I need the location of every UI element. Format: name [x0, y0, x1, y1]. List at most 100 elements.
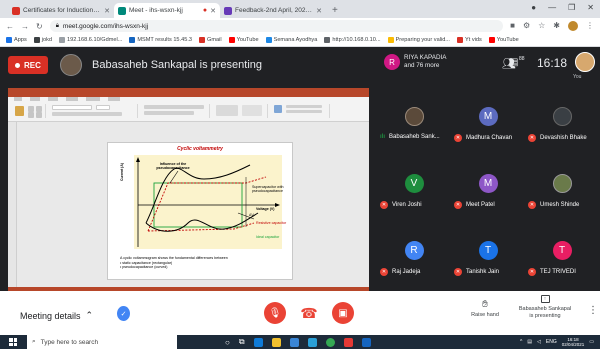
- maximize-icon[interactable]: ❐: [568, 3, 575, 12]
- forward-icon[interactable]: →: [21, 22, 29, 31]
- host-name: RIYA KAPADIA and 76 more: [404, 54, 447, 69]
- camera-toggle-button[interactable]: ▣: [332, 302, 354, 324]
- camera-icon[interactable]: ■: [510, 21, 515, 31]
- extension-icon[interactable]: ✱: [553, 21, 560, 31]
- browser-profile-icon[interactable]: ●: [531, 3, 536, 12]
- store-icon[interactable]: [289, 337, 299, 347]
- bookmark-item[interactable]: http://10.168.0.10...: [324, 37, 381, 43]
- shield-icon[interactable]: ✓: [117, 306, 130, 321]
- close-window-icon[interactable]: ✕: [587, 3, 594, 12]
- participant-label: ✕ Raj Jadeja: [380, 268, 421, 276]
- meeting-details-button[interactable]: Meeting details ⌃: [20, 310, 93, 321]
- ppt-ribbon-tabs: [8, 97, 120, 103]
- bookmark-item[interactable]: MSMT results 15.45.3: [129, 37, 192, 43]
- mic-off-icon: ✕: [380, 268, 388, 276]
- cortana-icon[interactable]: ○: [225, 338, 230, 347]
- bookmark-icon: [387, 37, 394, 43]
- participant-tile[interactable]: R ✕ Raj Jadeja: [377, 222, 451, 289]
- star-icon[interactable]: ☆: [538, 21, 545, 31]
- mic-off-icon: ✕: [528, 134, 536, 142]
- mic-toggle-button[interactable]: 🎙︎: [264, 302, 286, 324]
- volume-icon[interactable]: ◁: [537, 339, 541, 345]
- close-icon[interactable]: ✕: [210, 7, 216, 15]
- globe-icon: [59, 37, 66, 43]
- language-indicator[interactable]: ENG: [546, 339, 557, 345]
- bookmark-item[interactable]: Preparing your valid...: [387, 37, 450, 43]
- bookmark-item[interactable]: YouTube: [488, 37, 519, 43]
- bookmark-item[interactable]: YouTube: [228, 37, 259, 43]
- bookmark-item[interactable]: Apps: [6, 37, 27, 43]
- menu-icon[interactable]: ⋮: [586, 21, 594, 31]
- presentation-button[interactable]: ↑ Babasaheb Sankapal is presenting: [514, 295, 576, 319]
- close-icon[interactable]: ✕: [316, 7, 322, 15]
- label-influence: Influence of the pseudocapacitance: [156, 162, 190, 171]
- app-icon[interactable]: [343, 337, 353, 347]
- bookmark-item[interactable]: jokd: [33, 37, 52, 43]
- participant-tile[interactable]: M ✕ Meet Patel: [451, 155, 525, 222]
- task-view-icon[interactable]: ⧉: [239, 337, 245, 347]
- chrome-icon[interactable]: [325, 337, 335, 347]
- window-controls: ● — ❐ ✕: [531, 3, 594, 12]
- avatar[interactable]: [568, 21, 578, 31]
- reload-icon[interactable]: ↻: [36, 22, 43, 31]
- label-resistive: Resistive capacitor: [256, 221, 287, 225]
- taskbar-search[interactable]: ⌕ Type here to search: [27, 335, 177, 349]
- system-tray: ^ ▤ ◁ ENG 16:18 02/04/2021 ▭: [520, 337, 594, 347]
- bookmark-item[interactable]: Gmail: [199, 37, 222, 43]
- chat-bubble-icon[interactable]: ▤: [509, 57, 518, 68]
- participant-tile[interactable]: ılı Babasaheb Sank...: [377, 88, 451, 155]
- participant-tile[interactable]: T ✕ Tanishk Jain: [451, 222, 525, 289]
- taskbar-clock[interactable]: 16:18 02/04/2021: [562, 337, 585, 347]
- lock-icon: 🔒︎: [55, 22, 59, 29]
- participant-label: ✕ Meet Patel: [454, 201, 495, 209]
- mic-off-icon: 🎙︎: [268, 307, 282, 319]
- minimize-icon[interactable]: —: [548, 3, 556, 12]
- address-bar[interactable]: 🔒︎ meet.google.com/ihs-wsxn-kjj: [49, 20, 504, 32]
- file-explorer-icon[interactable]: [271, 337, 281, 347]
- app-icon[interactable]: [361, 337, 371, 347]
- ribbon-group: [140, 104, 210, 118]
- bookmark-item[interactable]: Yt vids: [456, 37, 482, 43]
- slide: Cyclic voltammetry Influence of the pseu…: [107, 142, 293, 280]
- raise-hand-button[interactable]: ✋︎ Raise hand: [465, 299, 505, 318]
- edge-icon[interactable]: [253, 337, 263, 347]
- bookmark-item[interactable]: Semana Ayodhya: [265, 37, 317, 43]
- label-voltage: Voltage (V): [256, 207, 275, 211]
- speaking-icon: ılı: [380, 134, 386, 140]
- people-count: 88: [519, 56, 525, 62]
- apps-icon: [6, 37, 12, 43]
- leave-call-button[interactable]: ☎︎: [298, 302, 320, 324]
- windows-taskbar: ⌕ Type here to search ○ ⧉ ^ ▤ ◁ ENG 16:1…: [0, 335, 600, 349]
- browser-tab-meet[interactable]: Meet - ihs-wsxn-kjj ● ✕: [114, 3, 220, 18]
- participant-label: ✕ Madhura Chavan: [454, 134, 513, 142]
- puzzle-icon[interactable]: ⚙: [523, 21, 530, 31]
- slide-caption: A cyclic voltammogram shows the fundamen…: [120, 256, 228, 270]
- chevron-up-icon[interactable]: ^: [520, 339, 522, 345]
- windows-start-icon[interactable]: [9, 338, 17, 346]
- ribbon-group: [270, 104, 330, 118]
- notification-icon[interactable]: ▭: [589, 339, 594, 345]
- ribbon-group: [48, 104, 138, 118]
- browser-tab-feedback[interactable]: Feedback-2nd April, 2021 - Goo... ✕: [220, 3, 326, 18]
- bookmarks-bar: Apps jokd 192.168.6.10/Gdmel... MSMT res…: [0, 34, 600, 47]
- network-icon[interactable]: ▤: [527, 339, 532, 345]
- browser-tab-certificates[interactable]: Certificates for Induction Progra... ✕: [8, 3, 114, 18]
- participant-tile[interactable]: M ✕ Madhura Chavan: [451, 88, 525, 155]
- more-options-icon[interactable]: ⋮: [588, 305, 598, 316]
- back-icon[interactable]: ←: [6, 22, 14, 31]
- bookmark-item[interactable]: 192.168.6.10/Gdmel...: [59, 37, 122, 43]
- participant-label: ✕ Viren Joshi: [380, 201, 422, 209]
- participant-tile[interactable]: ✕ Devashish Bhake: [525, 88, 599, 155]
- ppt-slide-thumbnails[interactable]: [8, 122, 17, 287]
- close-icon[interactable]: ✕: [104, 7, 110, 15]
- new-tab-button[interactable]: +: [332, 5, 338, 16]
- url-text: meet.google.com/ihs-wsxn-kjj: [62, 22, 149, 30]
- avatar: M: [478, 107, 498, 126]
- host-avatar: R: [384, 54, 400, 70]
- present-screen-icon: ↑: [540, 295, 550, 303]
- app-icon[interactable]: [307, 337, 317, 347]
- participant-tile[interactable]: ✕ Umesh Shinde: [525, 155, 599, 222]
- participant-tile[interactable]: V ✕ Viren Joshi: [377, 155, 451, 222]
- presenter-avatar: [60, 54, 82, 76]
- participant-tile[interactable]: T ✕ TEJ TRIVEDI: [525, 222, 599, 289]
